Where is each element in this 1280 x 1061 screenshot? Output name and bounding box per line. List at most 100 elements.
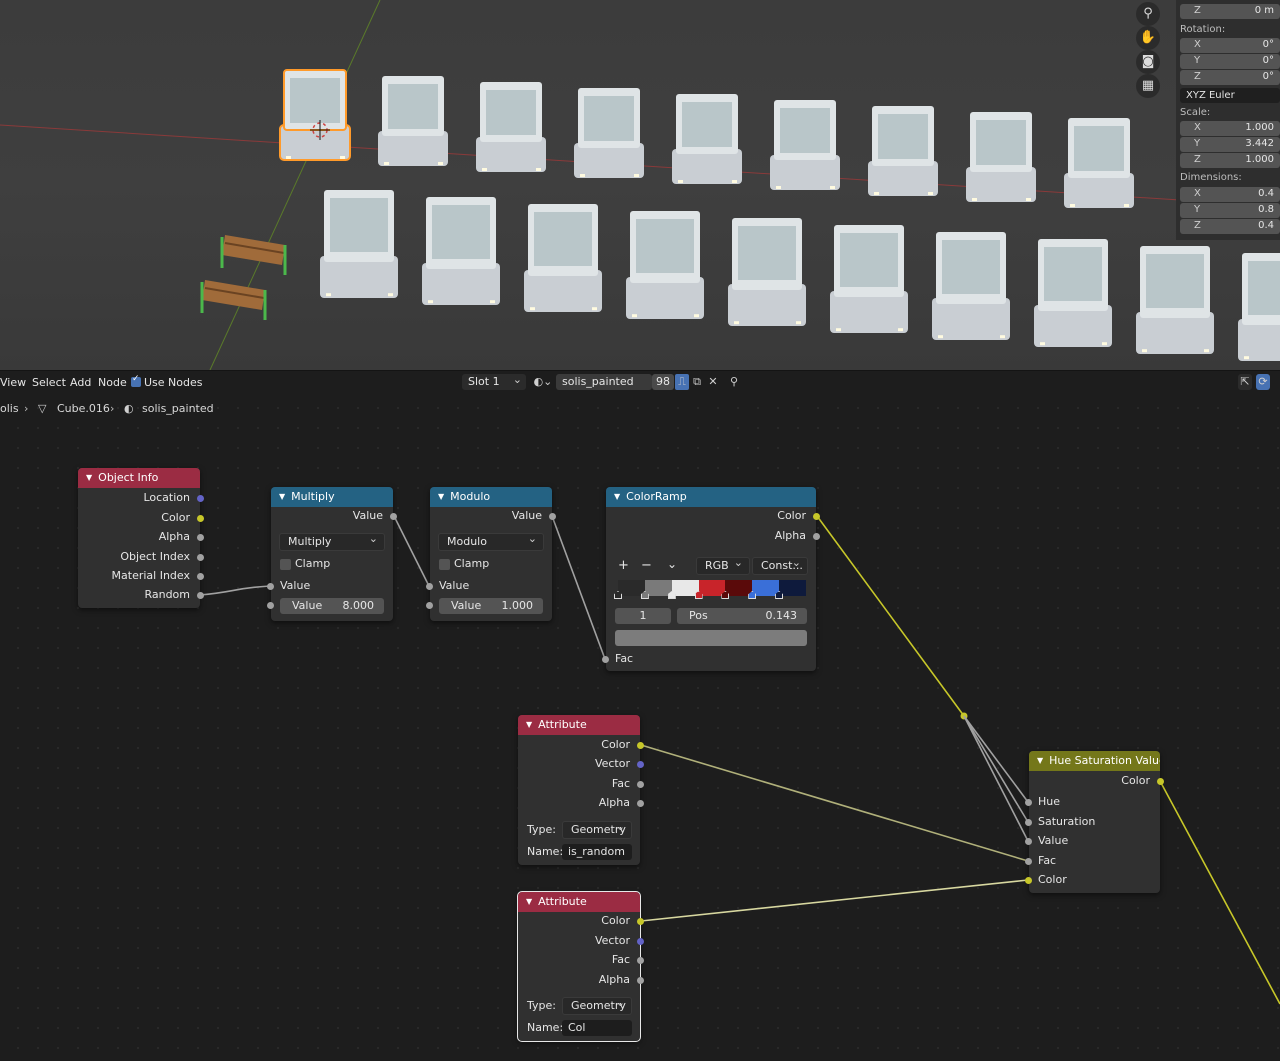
- name-field[interactable]: Col: [562, 1020, 632, 1036]
- node-attribute-is-random[interactable]: ▼ Attribute Color Vector Fac Alpha Type: …: [518, 715, 644, 865]
- color-stops[interactable]: [614, 591, 806, 601]
- add-stop-button[interactable]: +: [618, 558, 629, 574]
- operation-dropdown[interactable]: Multiply: [279, 531, 385, 551]
- node-modulo[interactable]: ▼ Modulo Value Modulo Clamp Value Value 1…: [426, 487, 556, 621]
- socket-color-in[interactable]: [1025, 877, 1032, 884]
- dimensions-x-field[interactable]: X 0.4: [1180, 187, 1280, 202]
- socket-color[interactable]: [637, 918, 644, 925]
- stop-index-field[interactable]: 1: [615, 608, 671, 624]
- collapse-chevron-icon[interactable]: ▼: [526, 892, 532, 912]
- slot-dropdown[interactable]: Slot 1 ⌄: [462, 373, 526, 390]
- breadcrumb-object[interactable]: Cube.016: [57, 402, 110, 415]
- 3d-viewport[interactable]: ⚲ ✋ ◙ ▦ Z 0 m Rotation: X 0° Y 0° Z 0° X…: [0, 0, 1280, 370]
- scale-x-field[interactable]: X 1.000: [1180, 121, 1280, 136]
- socket-random[interactable]: [197, 592, 204, 599]
- dimensions-y-field[interactable]: Y 0.8: [1180, 203, 1280, 218]
- rotation-x-field[interactable]: X 0°: [1180, 38, 1280, 53]
- socket-color[interactable]: [197, 515, 204, 522]
- collapse-chevron-icon[interactable]: ▼: [86, 468, 92, 488]
- stop-color-swatch[interactable]: [615, 630, 807, 646]
- name-field[interactable]: is_random: [562, 844, 632, 860]
- socket-location[interactable]: [197, 495, 204, 502]
- type-dropdown[interactable]: Geometry: [562, 819, 632, 839]
- color-mode-dropdown[interactable]: RGB: [696, 555, 750, 575]
- rotation-mode-dropdown[interactable]: XYZ Euler: [1180, 88, 1280, 103]
- dimensions-z-field[interactable]: Z 0.4: [1180, 219, 1280, 234]
- socket-value-out[interactable]: [390, 513, 397, 520]
- duplicate-material-icon[interactable]: ⧉: [690, 374, 704, 390]
- collapse-chevron-icon[interactable]: ▼: [279, 487, 285, 507]
- node-header[interactable]: ▼ Attribute: [518, 892, 640, 912]
- socket-saturation-in[interactable]: [1025, 819, 1032, 826]
- socket-fac[interactable]: [637, 781, 644, 788]
- socket-alpha-out[interactable]: [813, 533, 820, 540]
- socket-fac-in[interactable]: [1025, 858, 1032, 865]
- clamp-checkbox[interactable]: [439, 559, 450, 570]
- socket-value-in-2[interactable]: [426, 602, 433, 609]
- collapse-chevron-icon[interactable]: ▼: [614, 487, 620, 507]
- collapse-chevron-icon[interactable]: ▼: [1037, 751, 1043, 771]
- socket-color-out[interactable]: [1157, 778, 1164, 785]
- material-browse-icon[interactable]: ◐⌄: [532, 374, 554, 390]
- node-header[interactable]: ▼ Multiply: [271, 487, 393, 507]
- node-header[interactable]: ▼ Hue Saturation Value: [1029, 751, 1160, 771]
- pin-icon[interactable]: ⚲: [727, 374, 741, 390]
- socket-value-in-2[interactable]: [267, 602, 274, 609]
- interpolation-dropdown[interactable]: Const...: [752, 555, 808, 575]
- color-stop-marker[interactable]: [667, 591, 676, 599]
- user-count-badge[interactable]: 98: [652, 374, 674, 390]
- node-header[interactable]: ▼ Object Info: [78, 468, 200, 488]
- socket-hue-in[interactable]: [1025, 799, 1032, 806]
- menu-add[interactable]: Add: [70, 376, 91, 389]
- node-object-info[interactable]: ▼ Object Info Location Color Alpha Object…: [78, 468, 204, 608]
- stop-pos-field[interactable]: Pos 0.143: [677, 608, 807, 624]
- socket-color[interactable]: [637, 742, 644, 749]
- color-stop-marker[interactable]: [640, 591, 649, 599]
- color-stop-marker[interactable]: [748, 591, 757, 599]
- material-name-field[interactable]: solis_painted: [556, 374, 652, 390]
- node-header[interactable]: ▼ ColorRamp: [606, 487, 816, 507]
- zoom-icon[interactable]: ⚲: [1136, 2, 1160, 26]
- socket-alpha[interactable]: [637, 800, 644, 807]
- location-z-field[interactable]: Z 0 m: [1180, 4, 1280, 19]
- snap-icon[interactable]: ⟳: [1256, 374, 1270, 390]
- value-field[interactable]: Value 1.000: [439, 598, 543, 614]
- scale-z-field[interactable]: Z 1.000: [1180, 153, 1280, 168]
- node-colorramp[interactable]: ▼ ColorRamp Color Alpha + − ⌄ RGB Const..…: [602, 487, 820, 671]
- use-nodes-toggle[interactable]: Use Nodes: [131, 374, 203, 389]
- socket-material-index[interactable]: [197, 573, 204, 580]
- socket-vector[interactable]: [637, 761, 644, 768]
- menu-select[interactable]: Select: [32, 376, 66, 389]
- breadcrumb-material[interactable]: solis_painted: [142, 402, 214, 415]
- node-multiply[interactable]: ▼ Multiply Value Multiply Clamp Value Val…: [267, 487, 397, 621]
- scale-y-field[interactable]: Y 3.442: [1180, 137, 1280, 152]
- node-header[interactable]: ▼ Modulo: [430, 487, 552, 507]
- menu-view[interactable]: View: [0, 376, 26, 389]
- ramp-menu-button[interactable]: ⌄: [667, 556, 677, 572]
- socket-fac[interactable]: [637, 957, 644, 964]
- node-hue-saturation-value[interactable]: ▼ Hue Saturation Value Color Hue Saturati…: [1025, 751, 1164, 893]
- socket-value-out[interactable]: [549, 513, 556, 520]
- socket-fac-in[interactable]: [602, 656, 609, 663]
- socket-value-in[interactable]: [1025, 838, 1032, 845]
- fake-user-icon[interactable]: ⎍: [675, 374, 689, 390]
- socket-alpha[interactable]: [637, 977, 644, 984]
- color-stop-marker[interactable]: [775, 591, 784, 599]
- collapse-chevron-icon[interactable]: ▼: [438, 487, 444, 507]
- value-field[interactable]: Value 8.000: [280, 598, 384, 614]
- breadcrumb-scene[interactable]: olis: [0, 402, 19, 415]
- socket-value-in[interactable]: [267, 583, 274, 590]
- collapse-chevron-icon[interactable]: ▼: [526, 715, 532, 735]
- menu-node[interactable]: Node: [98, 376, 127, 389]
- color-stop-marker[interactable]: [614, 591, 622, 599]
- hand-pan-icon[interactable]: ✋: [1136, 26, 1160, 50]
- color-stop-marker[interactable]: [721, 591, 730, 599]
- socket-vector[interactable]: [637, 938, 644, 945]
- socket-value-in[interactable]: [426, 583, 433, 590]
- color-stop-marker[interactable]: [694, 591, 703, 599]
- rotation-y-field[interactable]: Y 0°: [1180, 54, 1280, 69]
- camera-icon[interactable]: ◙: [1136, 50, 1160, 74]
- reroute-node[interactable]: [960, 712, 968, 720]
- type-dropdown[interactable]: Geometry: [562, 995, 632, 1015]
- rotation-z-field[interactable]: Z 0°: [1180, 70, 1280, 85]
